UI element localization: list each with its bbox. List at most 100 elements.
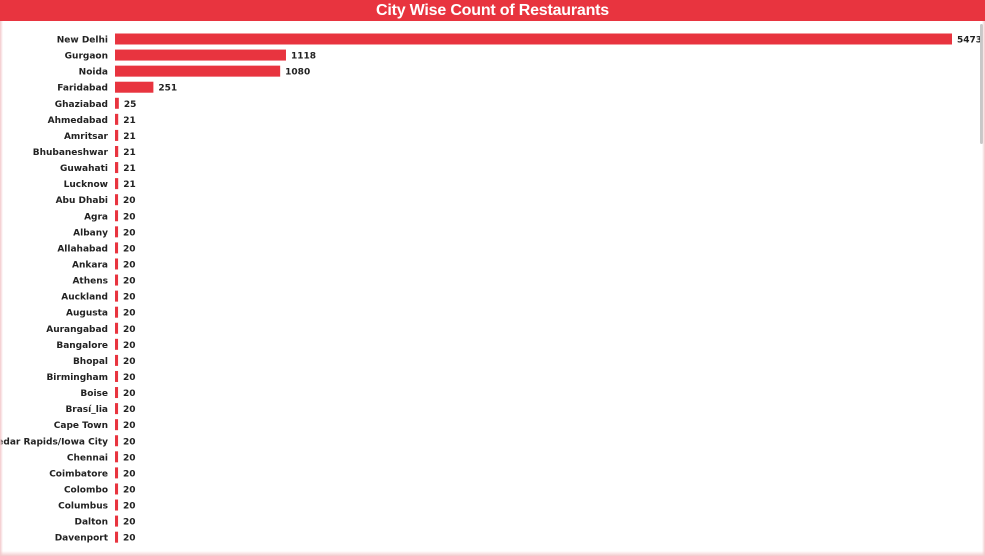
category-label: Noida <box>79 68 108 78</box>
category-label: Birmingham <box>46 373 108 383</box>
data-label: 20 <box>123 277 136 287</box>
data-label: 20 <box>123 341 136 351</box>
bar-chart: New Delhi 5473 Gurgaon 1118 Noida 1080 Faridab… <box>0 33 982 544</box>
category-label: Albany <box>73 228 108 238</box>
vertical-scrollbar[interactable] <box>980 24 983 144</box>
data-label: 20 <box>123 485 136 495</box>
bar[interactable] <box>115 274 119 286</box>
data-label: 20 <box>123 325 136 335</box>
bar[interactable] <box>115 403 119 415</box>
bar[interactable] <box>115 451 119 463</box>
category-label: Chennai <box>67 453 108 463</box>
category-label: Davenport <box>55 534 109 544</box>
category-label: Guwahati <box>60 164 108 174</box>
data-label: 25 <box>124 100 137 110</box>
category-label: Colombo <box>64 485 108 495</box>
bar[interactable] <box>115 242 119 254</box>
bar[interactable] <box>115 290 119 302</box>
bar[interactable] <box>115 162 119 174</box>
category-label: Athens <box>72 277 108 287</box>
category-label: Ankara <box>72 260 108 270</box>
bar[interactable] <box>115 194 119 206</box>
bar[interactable] <box>115 483 119 495</box>
data-label: 20 <box>123 260 136 270</box>
data-label: 20 <box>123 518 136 528</box>
category-label: New Delhi <box>57 36 108 46</box>
category-label: Bangalore <box>56 341 108 351</box>
bar[interactable] <box>115 515 119 527</box>
data-label: 21 <box>123 116 136 126</box>
category-label: Brasí_lia <box>65 405 108 415</box>
data-label: 20 <box>123 437 136 447</box>
data-label: 20 <box>123 212 136 222</box>
bar[interactable] <box>115 33 952 45</box>
bar[interactable] <box>115 226 119 238</box>
chart-visual: City Wise Count of Restaurants New Delhi… <box>0 0 985 556</box>
bar[interactable] <box>115 178 119 190</box>
category-label: Boise <box>80 389 108 399</box>
data-label: 20 <box>123 196 136 206</box>
data-label: 20 <box>123 389 136 399</box>
data-label: 21 <box>123 148 136 158</box>
bar[interactable] <box>115 65 281 77</box>
bar[interactable] <box>115 113 119 125</box>
bar[interactable] <box>115 129 119 141</box>
bar[interactable] <box>115 467 119 479</box>
category-label: Allahabad <box>57 244 108 254</box>
bar[interactable] <box>115 258 119 270</box>
category-label: Bhubaneshwar <box>33 148 109 158</box>
category-label: Ghaziabad <box>55 100 108 110</box>
data-label: 20 <box>123 293 136 303</box>
bar[interactable] <box>115 499 119 511</box>
category-label: Augusta <box>66 309 108 319</box>
category-label: Agra <box>84 212 108 222</box>
data-label: 1080 <box>285 68 310 78</box>
category-label: Ahmedabad <box>48 116 108 126</box>
category-label: Gurgaon <box>65 52 108 62</box>
data-label: 20 <box>123 453 136 463</box>
bar[interactable] <box>115 145 119 157</box>
category-label: Faridabad <box>57 84 108 94</box>
category-label: Lucknow <box>64 180 108 190</box>
data-label: 20 <box>123 502 136 512</box>
data-label: 20 <box>123 405 136 415</box>
bar[interactable] <box>115 210 119 222</box>
category-label: Auckland <box>61 293 108 303</box>
category-label: Dalton <box>74 518 108 528</box>
category-label: Cedar Rapids/Iowa City <box>0 437 108 447</box>
bar[interactable] <box>115 81 154 93</box>
data-label: 20 <box>123 373 136 383</box>
data-label: 20 <box>123 228 136 238</box>
category-label: Amritsar <box>64 132 109 142</box>
bar[interactable] <box>115 338 119 350</box>
bar[interactable] <box>115 49 286 61</box>
data-label: 20 <box>123 469 136 479</box>
data-label: 20 <box>123 244 136 254</box>
data-label: 20 <box>123 309 136 319</box>
category-label: Aurangabad <box>46 325 108 335</box>
bar[interactable] <box>115 97 119 109</box>
category-label: Columbus <box>58 502 108 512</box>
data-label: 21 <box>123 180 136 190</box>
bar[interactable] <box>115 354 119 366</box>
data-label: 251 <box>158 84 177 94</box>
data-label: 1118 <box>291 52 316 62</box>
data-label: 21 <box>123 132 136 142</box>
bar[interactable] <box>115 370 119 382</box>
chart-title: City Wise Count of Restaurants <box>0 0 985 21</box>
category-label: Coimbatore <box>49 469 108 479</box>
bar[interactable] <box>115 435 119 447</box>
bar[interactable] <box>115 531 119 543</box>
bar[interactable] <box>115 306 119 318</box>
data-label: 20 <box>123 421 136 431</box>
bar[interactable] <box>115 387 119 399</box>
data-label: 20 <box>123 534 136 544</box>
data-label: 20 <box>123 357 136 367</box>
category-label: Cape Town <box>54 421 108 431</box>
bar[interactable] <box>115 322 119 334</box>
category-label: Bhopal <box>73 357 108 367</box>
data-label: 5473 <box>957 36 982 46</box>
category-label: Abu Dhabi <box>56 196 108 206</box>
data-label: 21 <box>123 164 136 174</box>
bar[interactable] <box>115 419 119 431</box>
